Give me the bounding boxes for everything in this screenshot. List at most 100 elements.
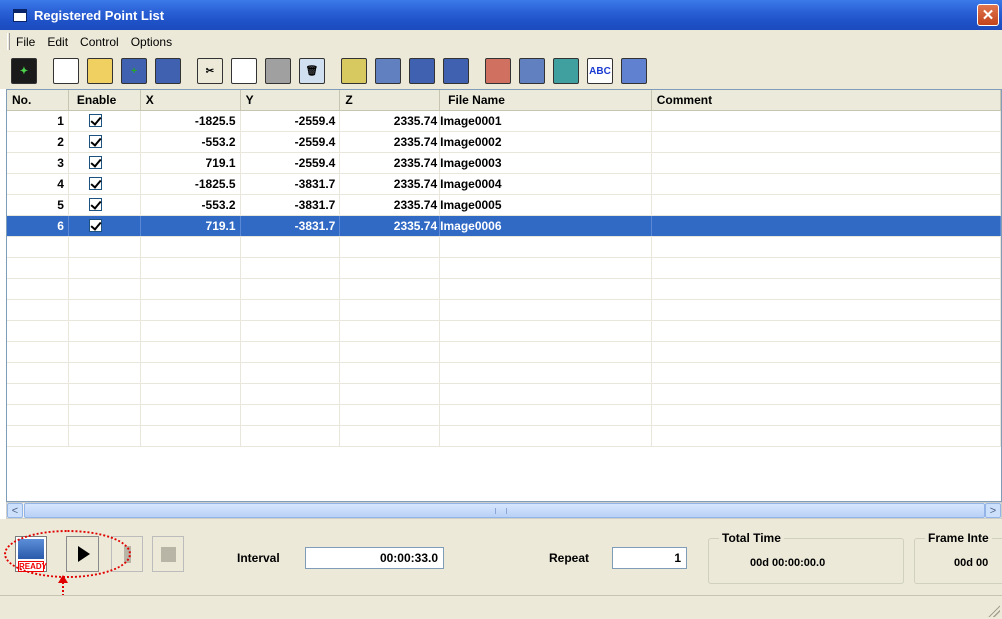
- empty-table-row[interactable]: [7, 342, 1001, 363]
- cell-x[interactable]: -553.2: [141, 195, 241, 215]
- cell-y[interactable]: -3831.7: [241, 174, 341, 194]
- enable-checkbox[interactable]: [88, 114, 102, 128]
- cell-comment[interactable]: [652, 405, 1001, 425]
- cell-file[interactable]: Image0005: [440, 195, 652, 215]
- save-as-button[interactable]: +: [118, 56, 150, 87]
- cell-z[interactable]: [340, 405, 441, 425]
- close-button[interactable]: ✕: [977, 4, 999, 26]
- cell-no[interactable]: [7, 384, 69, 404]
- cell-no[interactable]: [7, 405, 69, 425]
- table-row[interactable]: 3 719.1 -2559.4 2335.74 Image0003: [7, 153, 1001, 174]
- cell-y[interactable]: [241, 300, 341, 320]
- cell-x[interactable]: 719.1: [141, 216, 241, 236]
- resize-grip-icon[interactable]: [988, 605, 1000, 617]
- enable-checkbox[interactable]: [88, 219, 102, 233]
- menu-file[interactable]: File: [10, 35, 41, 49]
- cell-comment[interactable]: [652, 426, 1001, 446]
- cell-file[interactable]: Image0003: [440, 153, 652, 173]
- empty-table-row[interactable]: [7, 321, 1001, 342]
- register-matl-button[interactable]: [338, 56, 370, 87]
- cell-z[interactable]: [340, 300, 441, 320]
- column-header-x[interactable]: X: [141, 90, 241, 111]
- shift-button[interactable]: [406, 56, 438, 87]
- cell-z[interactable]: [340, 237, 441, 257]
- cell-no[interactable]: [7, 321, 69, 341]
- cell-x[interactable]: [141, 405, 241, 425]
- cell-file[interactable]: [440, 363, 652, 383]
- cell-y[interactable]: [241, 363, 341, 383]
- cell-no[interactable]: [7, 237, 69, 257]
- cell-no[interactable]: [7, 258, 69, 278]
- cell-y[interactable]: -3831.7: [241, 195, 341, 215]
- cell-file[interactable]: [440, 258, 652, 278]
- cell-file[interactable]: [440, 237, 652, 257]
- enable-checkbox[interactable]: [88, 156, 102, 170]
- cell-x[interactable]: -553.2: [141, 132, 241, 152]
- cell-y[interactable]: -2559.4: [241, 132, 341, 152]
- cell-y[interactable]: [241, 321, 341, 341]
- column-header-z[interactable]: Z: [340, 90, 441, 111]
- cell-file[interactable]: Image0002: [440, 132, 652, 152]
- cell-z[interactable]: [340, 363, 441, 383]
- delete-button[interactable]: 🗑: [296, 56, 328, 87]
- cell-comment[interactable]: [652, 195, 1001, 215]
- new-file-button[interactable]: [50, 56, 82, 87]
- empty-table-row[interactable]: [7, 405, 1001, 426]
- cell-y[interactable]: -3831.7: [241, 216, 341, 236]
- cell-file[interactable]: [440, 279, 652, 299]
- cell-z[interactable]: [340, 279, 441, 299]
- cell-no[interactable]: 5: [7, 195, 69, 215]
- cell-file[interactable]: [440, 342, 652, 362]
- cell-file[interactable]: [440, 384, 652, 404]
- cell-y[interactable]: -2559.4: [241, 153, 341, 173]
- cell-file[interactable]: [440, 426, 652, 446]
- scroll-left-button[interactable]: <: [7, 503, 23, 518]
- cell-x[interactable]: [141, 258, 241, 278]
- cell-no[interactable]: [7, 426, 69, 446]
- cell-z[interactable]: [340, 258, 441, 278]
- cell-z[interactable]: 2335.74: [340, 216, 441, 236]
- cell-y[interactable]: [241, 384, 341, 404]
- table-row[interactable]: 5 -553.2 -3831.7 2335.74 Image0005: [7, 195, 1001, 216]
- cell-z[interactable]: 2335.74: [340, 195, 441, 215]
- save-button[interactable]: [152, 56, 184, 87]
- cell-comment[interactable]: [652, 132, 1001, 152]
- cell-x[interactable]: [141, 237, 241, 257]
- cell-no[interactable]: [7, 363, 69, 383]
- cell-no[interactable]: 6: [7, 216, 69, 236]
- save-settings-button[interactable]: [516, 56, 548, 87]
- enable-checkbox[interactable]: [88, 177, 102, 191]
- stop-button[interactable]: [152, 536, 184, 572]
- cell-z[interactable]: 2335.74: [340, 132, 441, 152]
- cell-comment[interactable]: [652, 153, 1001, 173]
- cell-no[interactable]: [7, 279, 69, 299]
- cell-no[interactable]: [7, 342, 69, 362]
- table-row[interactable]: 4 -1825.5 -3831.7 2335.74 Image0004: [7, 174, 1001, 195]
- cell-file[interactable]: Image0004: [440, 174, 652, 194]
- cell-comment[interactable]: [652, 300, 1001, 320]
- cell-x[interactable]: [141, 279, 241, 299]
- menu-control[interactable]: Control: [74, 35, 125, 49]
- cell-x[interactable]: -1825.5: [141, 111, 241, 131]
- cell-z[interactable]: [340, 384, 441, 404]
- register-point-button[interactable]: [372, 56, 404, 87]
- cell-z[interactable]: [340, 342, 441, 362]
- empty-table-row[interactable]: [7, 363, 1001, 384]
- cell-z[interactable]: 2335.74: [340, 174, 441, 194]
- cell-z[interactable]: 2335.74: [340, 111, 441, 131]
- column-header-enable[interactable]: Enable: [69, 90, 141, 111]
- cell-no[interactable]: 2: [7, 132, 69, 152]
- cell-comment[interactable]: [652, 237, 1001, 257]
- column-header-file-name[interactable]: File Name: [440, 90, 652, 111]
- cell-x[interactable]: -1825.5: [141, 174, 241, 194]
- cell-x[interactable]: [141, 384, 241, 404]
- cell-comment[interactable]: [652, 321, 1001, 341]
- cell-file[interactable]: [440, 300, 652, 320]
- cell-no[interactable]: [7, 300, 69, 320]
- cell-comment[interactable]: [652, 216, 1001, 236]
- empty-table-row[interactable]: [7, 279, 1001, 300]
- properties-button[interactable]: [618, 56, 650, 87]
- cell-comment[interactable]: [652, 342, 1001, 362]
- cell-file[interactable]: Image0001: [440, 111, 652, 131]
- cell-x[interactable]: [141, 300, 241, 320]
